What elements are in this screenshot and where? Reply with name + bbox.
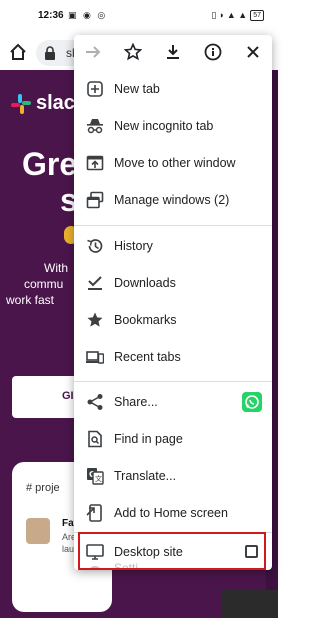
bookmark-star-icon[interactable] bbox=[122, 41, 144, 63]
notification-icons: ▣ ◉ ◎ bbox=[68, 10, 108, 20]
share-icon bbox=[86, 393, 104, 411]
menu-item-label: Add to Home screen bbox=[114, 506, 228, 520]
menu-item-manage-windows[interactable]: Manage windows (2) bbox=[74, 182, 272, 219]
menu-divider bbox=[74, 381, 272, 382]
menu-divider bbox=[74, 225, 272, 226]
status-bar: 12:36 ▣ ◉ ◎ ▯ ◗ ▲ ▲ 57 bbox=[0, 0, 278, 36]
desktop-site-checkbox[interactable] bbox=[245, 545, 258, 558]
menu-item-find-in-page[interactable]: Find in page bbox=[74, 421, 272, 458]
menu-item-new-incognito-tab[interactable]: New incognito tab bbox=[74, 108, 272, 145]
menu-item-history[interactable]: History bbox=[74, 228, 272, 265]
menu-item-settings-partial[interactable]: Setti bbox=[114, 561, 138, 570]
signal-icons: ▯ ◗ ▲ ▲ bbox=[211, 10, 248, 20]
hero-heading-line-1: Gre bbox=[22, 146, 78, 182]
menu-item-translate[interactable]: G文 Translate... bbox=[74, 458, 272, 495]
menu-item-label: Share... bbox=[114, 395, 158, 409]
page-image bbox=[222, 590, 278, 618]
settings-icon bbox=[86, 561, 104, 570]
desktop-icon bbox=[86, 543, 104, 561]
download-check-icon bbox=[86, 274, 104, 292]
plus-box-icon bbox=[86, 80, 104, 98]
cta-button[interactable]: GI bbox=[12, 376, 82, 418]
close-icon[interactable] bbox=[242, 41, 264, 63]
manage-windows-icon bbox=[86, 191, 104, 209]
menu-item-new-tab[interactable]: New tab bbox=[74, 71, 272, 108]
menu-item-label: History bbox=[114, 239, 153, 253]
menu-item-add-to-home-screen[interactable]: Add to Home screen bbox=[74, 495, 272, 532]
menu-item-label: Find in page bbox=[114, 432, 183, 446]
menu-item-share[interactable]: Share... bbox=[74, 384, 272, 421]
menu-item-label: Translate... bbox=[114, 469, 177, 483]
menu-item-label: Manage windows (2) bbox=[114, 193, 230, 207]
menu-item-label: Downloads bbox=[114, 276, 176, 290]
menu-item-recent-tabs[interactable]: Recent tabs bbox=[74, 339, 272, 376]
info-icon[interactable] bbox=[202, 41, 224, 63]
status-time: 12:36 bbox=[38, 10, 64, 21]
menu-item-label: Recent tabs bbox=[114, 350, 181, 364]
whatsapp-share-icon[interactable] bbox=[242, 392, 262, 412]
slack-mark-icon bbox=[10, 93, 32, 115]
menu-item-label: New incognito tab bbox=[114, 119, 214, 133]
download-icon[interactable] bbox=[162, 41, 184, 63]
channel-name: # proje bbox=[26, 482, 60, 494]
battery-icon: 57 bbox=[250, 10, 264, 21]
home-icon[interactable] bbox=[8, 42, 28, 62]
message-line: lau bbox=[62, 544, 75, 554]
svg-text:文: 文 bbox=[95, 474, 102, 483]
forward-icon[interactable] bbox=[82, 41, 104, 63]
star-filled-icon bbox=[86, 311, 104, 329]
overflow-menu: New tab New incognito tab Move to other … bbox=[74, 35, 272, 570]
menu-item-label: New tab bbox=[114, 82, 160, 96]
slack-logo: slac bbox=[10, 92, 75, 115]
lock-icon bbox=[44, 46, 56, 60]
devices-icon bbox=[86, 348, 105, 366]
menu-divider bbox=[74, 532, 272, 533]
menu-action-row bbox=[74, 35, 272, 69]
move-window-icon bbox=[86, 154, 104, 172]
menu-item-downloads[interactable]: Downloads bbox=[74, 265, 272, 302]
menu-item-move-to-other-window[interactable]: Move to other window bbox=[74, 145, 272, 182]
add-to-home-icon bbox=[86, 504, 104, 522]
history-icon bbox=[86, 237, 104, 255]
brand-name: slac bbox=[36, 92, 75, 114]
avatar bbox=[26, 518, 50, 544]
system-icons: ▯ ◗ ▲ ▲ 57 bbox=[211, 10, 264, 21]
cta-label: GI bbox=[62, 390, 74, 402]
translate-icon: G文 bbox=[86, 467, 104, 485]
menu-item-label: Desktop site bbox=[114, 545, 183, 559]
find-in-page-icon bbox=[86, 430, 104, 448]
menu-item-label: Move to other window bbox=[114, 156, 236, 170]
incognito-icon bbox=[86, 117, 104, 135]
menu-item-bookmarks[interactable]: Bookmarks bbox=[74, 302, 272, 339]
menu-item-label: Bookmarks bbox=[114, 313, 177, 327]
